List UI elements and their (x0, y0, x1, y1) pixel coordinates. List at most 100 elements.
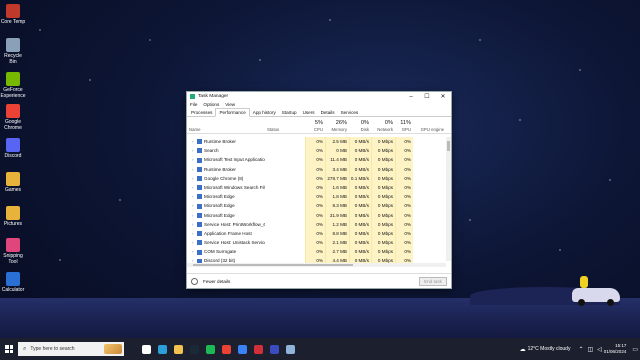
process-icon (197, 212, 202, 218)
status-cell (265, 211, 305, 220)
gpu-cell: 0% (395, 247, 413, 257)
desktop-icon[interactable]: Snipping Tool (0, 238, 26, 265)
table-row[interactable]: › Microsoft Edge 0% 1.8 MB 0 MB/s 0 Mbps 0% (187, 192, 451, 202)
scroll-thumb[interactable] (447, 141, 450, 151)
table-row[interactable]: ›Service Host: Unistack Service G...0%2.… (187, 238, 451, 248)
network-cell: 0 Mbps (371, 210, 395, 220)
process-name: Service Host: PrintWorkflow_6b... (204, 221, 265, 227)
table-row[interactable]: ›Service Host: PrintWorkflow_6b...0%1.2 … (187, 219, 451, 229)
weather-icon[interactable]: ☁ (520, 346, 526, 353)
taskbar-search-box[interactable]: ⌕ Type here to search (18, 342, 124, 356)
desktop-icon[interactable]: Recycle Bin (0, 38, 26, 65)
table-row[interactable]: › Runtime Broker 0% 3.4 MB 0 MB/s 0 Mbps 0% (187, 164, 451, 174)
memory-cell: 31.9 MB (325, 210, 349, 220)
desktop-icon[interactable]: Discord (0, 138, 26, 159)
column-header[interactable]: 11% GPU (395, 117, 413, 133)
process-name: Runtime Broker (204, 139, 236, 144)
chevron-up-icon[interactable]: ⌃ (578, 346, 583, 353)
disk-cell: 0 MB/s (349, 228, 371, 239)
menu-options[interactable]: Options (203, 102, 219, 107)
notification-icon[interactable]: ▭ (632, 346, 638, 353)
taskbar-app-button[interactable] (234, 338, 250, 360)
desktop-icon-label: Snipping Tool (3, 253, 23, 265)
weather-text[interactable]: 12°C Mostly cloudy (528, 346, 571, 352)
desktop-icon[interactable]: Google Chrome (0, 104, 26, 131)
table-row[interactable]: › Runtime Broker 0% 2.5 MB 0 MB/s 0 Mbps 0% (187, 137, 451, 147)
process-name: Runtime Broker (204, 166, 236, 172)
desktop-icon[interactable]: Games (0, 172, 26, 193)
table-row[interactable]: ›Microsoft Windows Search Filte...0%1.6 … (187, 182, 451, 193)
process-name-cell: ›Service Host: PrintWorkflow_6b... (187, 220, 265, 229)
desktop-icon[interactable]: Core Temp (0, 4, 26, 25)
column-header[interactable]: GPU engine (413, 117, 446, 133)
desktop-icon-label: Recycle Bin (4, 53, 22, 65)
desktop-icon-label: Games (4, 187, 22, 193)
tab-performance[interactable]: Performance (215, 108, 250, 117)
column-usage-percent: 11% (400, 120, 411, 126)
taskbar-app-button[interactable] (202, 338, 218, 360)
network-icon[interactable]: ◫ (588, 346, 594, 353)
volume-icon[interactable]: ◁ (597, 346, 602, 353)
column-header[interactable]: Status (265, 117, 305, 133)
end-task-button[interactable]: End task (419, 277, 447, 286)
close-button[interactable]: ✕ (435, 92, 451, 101)
maximize-button[interactable]: ☐ (419, 92, 435, 101)
tab-details[interactable]: Details (318, 109, 338, 116)
tab-users[interactable]: Users (300, 109, 318, 116)
tab-services[interactable]: Services (338, 109, 362, 116)
menu-file[interactable]: File (190, 102, 197, 107)
cpu-cell: 0% (305, 164, 325, 174)
process-name: Microsoft Edge (204, 212, 235, 218)
taskbar-app-button[interactable] (250, 338, 266, 360)
taskbar-app-button[interactable] (138, 338, 154, 360)
gpu-engine-cell (413, 155, 446, 164)
table-row[interactable]: › Google Chrome (8) 0% 278.7 MB 0.1 MB/s 0 Mb… (187, 173, 451, 183)
cpu-cell: 0% (305, 137, 325, 147)
network-cell: 0 Mbps (371, 173, 395, 183)
car-wheel (607, 299, 614, 306)
snipping-tool-icon (6, 238, 20, 252)
cpu-cell: 0% (305, 219, 325, 229)
taskbar-app-button[interactable] (186, 338, 202, 360)
horizontal-scrollbar[interactable] (187, 263, 446, 267)
column-header[interactable]: Name (187, 117, 265, 133)
table-row[interactable]: › Microsoft Edge 0% 31.9 MB 0 MB/s 0 Mbps 0% (187, 210, 451, 220)
column-header[interactable]: 0% Disk (349, 117, 371, 133)
chevron-up-icon[interactable] (191, 277, 198, 285)
tab-app-history[interactable]: App history (250, 109, 279, 116)
desktop-icon[interactable]: Pictures (0, 206, 26, 227)
desktop-icon[interactable]: GeForce Experience (0, 72, 26, 99)
desktop-icon[interactable]: Calculator (0, 272, 26, 293)
search-placeholder: Type here to search (30, 346, 75, 352)
minimize-button[interactable]: – (403, 92, 419, 101)
table-row[interactable]: › Microsoft Edge 0% 8.3 MB 0 MB/s 0 Mbps 0% (187, 201, 451, 211)
table-row[interactable]: › Microsoft Text Input Application 0% 11.4 … (187, 155, 451, 165)
start-button[interactable] (0, 338, 18, 360)
vertical-scrollbar[interactable] (446, 137, 451, 261)
status-cell (265, 183, 305, 192)
taskbar-app-button[interactable] (282, 338, 298, 360)
wallpaper-car (572, 288, 620, 306)
table-row[interactable]: › COM Surrogate 0% 2.7 MB 0 MB/s 0 Mbps 0% (187, 247, 451, 257)
taskbar-app-button[interactable] (170, 338, 186, 360)
taskbar-app-button[interactable] (218, 338, 234, 360)
column-header[interactable]: 0% Network (371, 117, 395, 133)
clock-date: 01/06/2024 (603, 349, 627, 354)
status-cell (265, 137, 305, 146)
scroll-thumb[interactable] (193, 264, 353, 266)
fewer-details-link[interactable]: Fewer details (203, 279, 230, 284)
column-header[interactable]: 5% CPU (305, 117, 325, 133)
clock[interactable]: 15:17 01/06/2024 (604, 343, 627, 355)
folder-icon (6, 206, 20, 220)
taskbar-app-button[interactable] (154, 338, 170, 360)
taskbar-app-button[interactable] (266, 338, 282, 360)
table-row[interactable]: › Application Frame Host 0% 8.8 MB 0 MB/s 0 M… (187, 228, 451, 239)
task-manager-titlebar[interactable]: Task Manager – ☐ ✕ (187, 92, 451, 101)
tab-processes[interactable]: Processes (188, 109, 215, 116)
gpu-engine-cell (413, 137, 446, 146)
table-row[interactable]: › Search 0% 0 MB 0 MB/s 0 Mbps 0% (187, 146, 451, 156)
column-header[interactable]: 26% Memory (325, 117, 349, 133)
menu-view[interactable]: View (225, 102, 235, 107)
process-icon (197, 240, 202, 246)
tab-startup[interactable]: Startup (279, 109, 300, 116)
